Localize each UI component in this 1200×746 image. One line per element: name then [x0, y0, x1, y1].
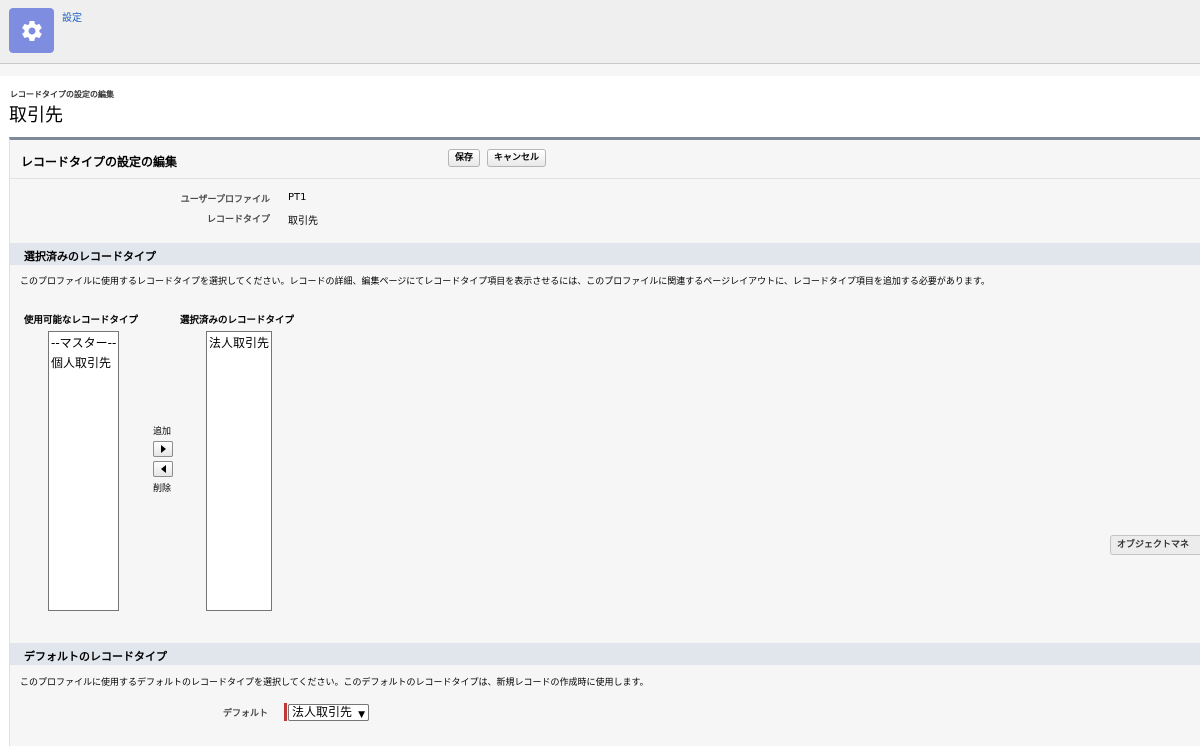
arrow-left-icon	[160, 465, 166, 473]
gear-icon	[21, 20, 42, 41]
list-item[interactable]: 個人取引先	[49, 353, 118, 373]
required-indicator	[284, 703, 287, 721]
default-record-type-select[interactable]: 法人取引先 ▼	[288, 704, 370, 721]
profile-value: PT1	[288, 192, 307, 203]
page-title: 取引先	[9, 105, 63, 126]
breadcrumb-setup-link[interactable]: 設定	[62, 9, 82, 24]
selected-section-title: 選択済みのレコードタイプ	[24, 250, 156, 263]
save-button[interactable]: 保存	[448, 149, 481, 167]
add-label: 追加	[153, 427, 172, 437]
arrow-right-icon	[160, 445, 166, 453]
profile-label: ユーザープロファイル	[180, 195, 270, 205]
available-list-label: 使用可能なレコードタイプ	[24, 315, 139, 326]
edit-panel: レコードタイプの設定の編集 保存 キャンセル ユーザープロファイル PT1 レコ…	[9, 137, 1200, 746]
available-record-types-list[interactable]: --マスター-- 個人取引先	[48, 331, 119, 611]
add-button[interactable]	[153, 441, 173, 457]
panel-title: レコードタイプの設定の編集	[21, 155, 178, 169]
selected-section-description: このプロファイルに使用するレコードタイプを選択してください。レコードの詳細、編集…	[20, 277, 990, 287]
page-subtitle: レコードタイプの設定の編集	[10, 90, 114, 99]
default-section-header: デフォルトのレコードタイプ	[10, 643, 1200, 665]
selected-list-label: 選択済みのレコードタイプ	[180, 315, 295, 326]
top-header	[0, 0, 1200, 64]
cancel-button[interactable]: キャンセル	[487, 149, 547, 167]
list-item[interactable]: 法人取引先	[207, 333, 271, 353]
selected-record-types-list[interactable]: 法人取引先	[206, 331, 272, 611]
record-type-value: 取引先	[288, 216, 318, 227]
remove-label: 削除	[153, 484, 172, 494]
selected-section-header: 選択済みのレコードタイプ	[10, 243, 1200, 265]
default-section-description: このプロファイルに使用するデフォルトのレコードタイプを選択してください。このデフ…	[20, 678, 649, 688]
record-type-label: レコードタイプ	[206, 215, 270, 225]
remove-button[interactable]	[153, 461, 173, 477]
object-manager-button[interactable]: オブジェクトマネ	[1110, 535, 1200, 555]
default-section-title: デフォルトのレコードタイプ	[24, 650, 167, 663]
list-item[interactable]: --マスター--	[49, 333, 118, 353]
default-label: デフォルト	[222, 709, 268, 719]
page-header	[0, 76, 1200, 136]
panel-header: レコードタイプの設定の編集 保存 キャンセル	[10, 140, 1200, 179]
default-select-value: 法人取引先	[292, 705, 353, 719]
header-divider	[0, 64, 1200, 76]
chevron-down-icon: ▼	[358, 710, 366, 720]
setup-app-icon[interactable]	[9, 8, 54, 53]
